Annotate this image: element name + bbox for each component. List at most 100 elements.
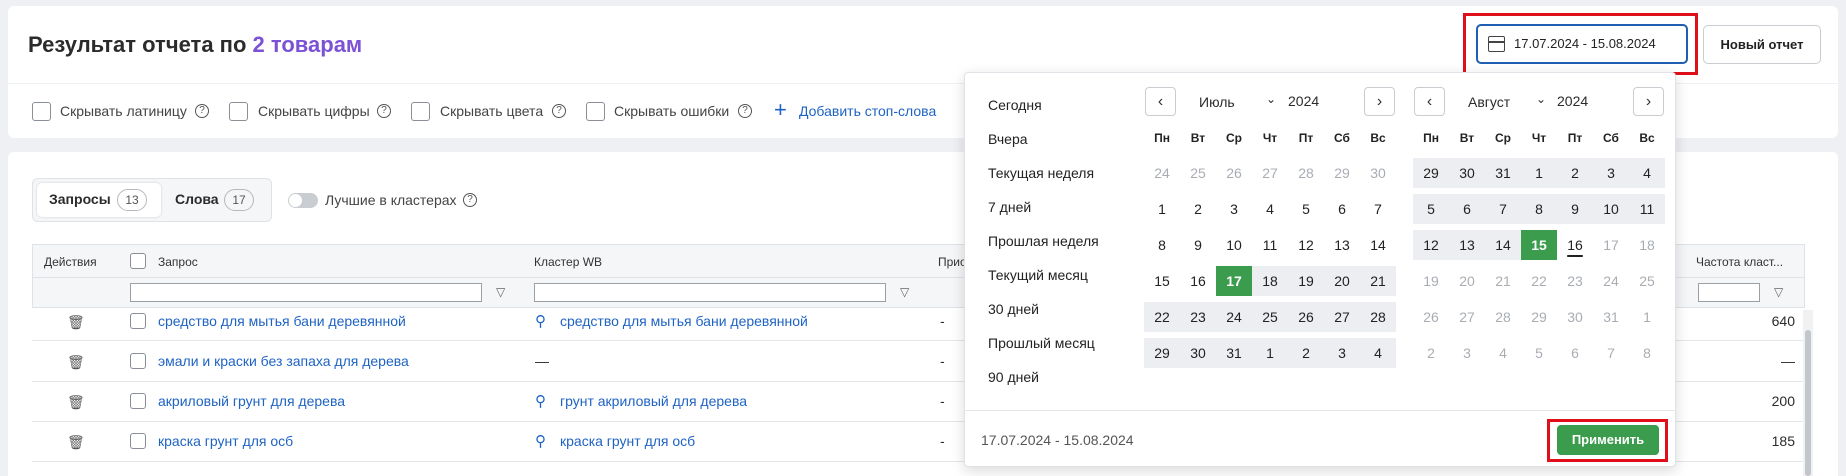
calendar-day[interactable]: 21 bbox=[1360, 266, 1396, 296]
freq-filter-input[interactable] bbox=[1698, 283, 1760, 302]
calendar-day[interactable]: 10 bbox=[1593, 194, 1629, 224]
new-report-button[interactable]: Новый отчет bbox=[1703, 25, 1821, 64]
calendar-day[interactable]: 30 bbox=[1180, 338, 1216, 368]
calendar-day[interactable]: 2 bbox=[1288, 338, 1324, 368]
calendar-day[interactable]: 26 bbox=[1413, 302, 1449, 332]
help-icon[interactable]: ? bbox=[463, 193, 477, 207]
calendar-day[interactable]: 20 bbox=[1449, 266, 1485, 296]
query-link[interactable]: эмали и краски без запаха для дерева bbox=[158, 353, 409, 369]
calendar-day[interactable]: 19 bbox=[1413, 266, 1449, 296]
calendar-day[interactable]: 16 bbox=[1557, 230, 1593, 260]
calendar-day[interactable]: 29 bbox=[1324, 158, 1360, 188]
calendar-day[interactable]: 30 bbox=[1557, 302, 1593, 332]
calendar-day[interactable]: 5 bbox=[1413, 194, 1449, 224]
scrollbar-thumb[interactable] bbox=[1805, 330, 1811, 476]
calendar-day[interactable]: 16 bbox=[1180, 266, 1216, 296]
plus-icon[interactable]: + bbox=[774, 97, 787, 123]
help-icon[interactable]: ? bbox=[195, 104, 209, 118]
calendar-day[interactable]: 4 bbox=[1252, 194, 1288, 224]
trash-icon[interactable]: 🗑 bbox=[67, 394, 85, 411]
col4-header[interactable]: Прио bbox=[938, 255, 967, 269]
search-icon[interactable]: ⚲ bbox=[535, 312, 546, 330]
calendar-day[interactable]: 26 bbox=[1288, 302, 1324, 332]
hide-errors-checkbox[interactable] bbox=[586, 102, 605, 121]
calendar-day[interactable]: 17 bbox=[1593, 230, 1629, 260]
calendar-day[interactable]: 8 bbox=[1521, 194, 1557, 224]
row-checkbox[interactable] bbox=[130, 353, 146, 369]
calendar-day[interactable]: 22 bbox=[1144, 302, 1180, 332]
search-icon[interactable]: ⚲ bbox=[535, 392, 546, 410]
calendar-day[interactable]: 22 bbox=[1521, 266, 1557, 296]
calendar-day[interactable]: 7 bbox=[1360, 194, 1396, 224]
calendar-day[interactable]: 11 bbox=[1629, 194, 1665, 224]
calendar-day[interactable]: 2 bbox=[1557, 158, 1593, 188]
row-checkbox[interactable] bbox=[130, 433, 146, 449]
search-icon[interactable]: ⚲ bbox=[535, 432, 546, 450]
row-checkbox[interactable] bbox=[130, 313, 146, 329]
calendar-day[interactable]: 6 bbox=[1449, 194, 1485, 224]
calendar-day[interactable]: 3 bbox=[1216, 194, 1252, 224]
query-filter-input[interactable] bbox=[130, 283, 482, 302]
calendar-day[interactable]: 27 bbox=[1324, 302, 1360, 332]
chevron-down-icon[interactable]: ⌄ bbox=[1536, 92, 1546, 106]
calendar-day[interactable]: 5 bbox=[1288, 194, 1324, 224]
left-month-select[interactable]: Июль bbox=[1199, 94, 1235, 110]
calendar-day[interactable]: 1 bbox=[1252, 338, 1288, 368]
help-icon[interactable]: ? bbox=[552, 104, 566, 118]
calendar-day[interactable]: 4 bbox=[1360, 338, 1396, 368]
cluster-link[interactable]: грунт акриловый для дерева bbox=[560, 393, 747, 409]
query-link[interactable]: краска грунт для осб bbox=[158, 433, 293, 449]
apply-button[interactable]: Применить bbox=[1557, 425, 1659, 455]
calendar-day[interactable]: 1 bbox=[1629, 302, 1665, 332]
calendar-day[interactable]: 14 bbox=[1485, 230, 1521, 260]
calendar-day[interactable]: 27 bbox=[1252, 158, 1288, 188]
calendar-day[interactable]: 23 bbox=[1180, 302, 1216, 332]
calendar-day[interactable]: 30 bbox=[1449, 158, 1485, 188]
calendar-day[interactable]: 24 bbox=[1144, 158, 1180, 188]
calendar-day[interactable]: 2 bbox=[1180, 194, 1216, 224]
prev-month-button[interactable]: ‹ bbox=[1145, 87, 1176, 116]
calendar-day[interactable]: 5 bbox=[1521, 338, 1557, 368]
trash-icon[interactable]: 🗑 bbox=[67, 314, 85, 331]
preset-current-month[interactable]: Текущий месяц bbox=[988, 267, 1088, 283]
trash-icon[interactable]: 🗑 bbox=[67, 434, 85, 451]
calendar-day[interactable]: 31 bbox=[1216, 338, 1252, 368]
preset-30-days[interactable]: 30 дней bbox=[988, 301, 1039, 317]
calendar-day[interactable]: 13 bbox=[1449, 230, 1485, 260]
calendar-day[interactable]: 10 bbox=[1216, 230, 1252, 260]
cluster-link[interactable]: средство для мытья бани деревянной bbox=[560, 313, 808, 329]
preset-today[interactable]: Сегодня bbox=[988, 97, 1042, 113]
calendar-day[interactable]: 20 bbox=[1324, 266, 1360, 296]
preset-current-week[interactable]: Текущая неделя bbox=[988, 165, 1094, 181]
add-stopwords-link[interactable]: Добавить стоп-слова bbox=[799, 103, 936, 119]
help-icon[interactable]: ? bbox=[377, 104, 391, 118]
calendar-day[interactable]: 3 bbox=[1324, 338, 1360, 368]
calendar-day[interactable]: 25 bbox=[1252, 302, 1288, 332]
calendar-day[interactable]: 9 bbox=[1557, 194, 1593, 224]
calendar-day[interactable]: 9 bbox=[1180, 230, 1216, 260]
calendar-day[interactable]: 1 bbox=[1144, 194, 1180, 224]
preset-last-month[interactable]: Прошлый месяц bbox=[988, 335, 1095, 351]
calendar-day[interactable]: 6 bbox=[1324, 194, 1360, 224]
chevron-down-icon[interactable]: ⌄ bbox=[1266, 92, 1276, 106]
next-month-button[interactable]: › bbox=[1364, 87, 1395, 116]
calendar-day[interactable]: 3 bbox=[1593, 158, 1629, 188]
calendar-day[interactable]: 25 bbox=[1180, 158, 1216, 188]
preset-90-days[interactable]: 90 дней bbox=[988, 369, 1039, 385]
calendar-day[interactable]: 18 bbox=[1252, 266, 1288, 296]
query-link[interactable]: средство для мытья бани деревянной bbox=[158, 313, 406, 329]
calendar-day[interactable]: 8 bbox=[1144, 230, 1180, 260]
calendar-day[interactable]: 26 bbox=[1216, 158, 1252, 188]
select-all-checkbox[interactable] bbox=[130, 253, 146, 269]
calendar-day[interactable]: 13 bbox=[1324, 230, 1360, 260]
hide-colors-checkbox[interactable] bbox=[411, 102, 430, 121]
tab-queries[interactable]: Запросы 13 bbox=[37, 183, 161, 217]
query-link[interactable]: акриловый грунт для дерева bbox=[158, 393, 345, 409]
calendar-day[interactable]: 19 bbox=[1288, 266, 1324, 296]
preset-7-days[interactable]: 7 дней bbox=[988, 199, 1031, 215]
calendar-day[interactable]: 31 bbox=[1593, 302, 1629, 332]
best-in-clusters-toggle[interactable] bbox=[288, 193, 318, 208]
preset-last-week[interactable]: Прошлая неделя bbox=[988, 233, 1099, 249]
calendar-day[interactable]: 15 bbox=[1521, 230, 1557, 260]
calendar-day[interactable]: 25 bbox=[1629, 266, 1665, 296]
